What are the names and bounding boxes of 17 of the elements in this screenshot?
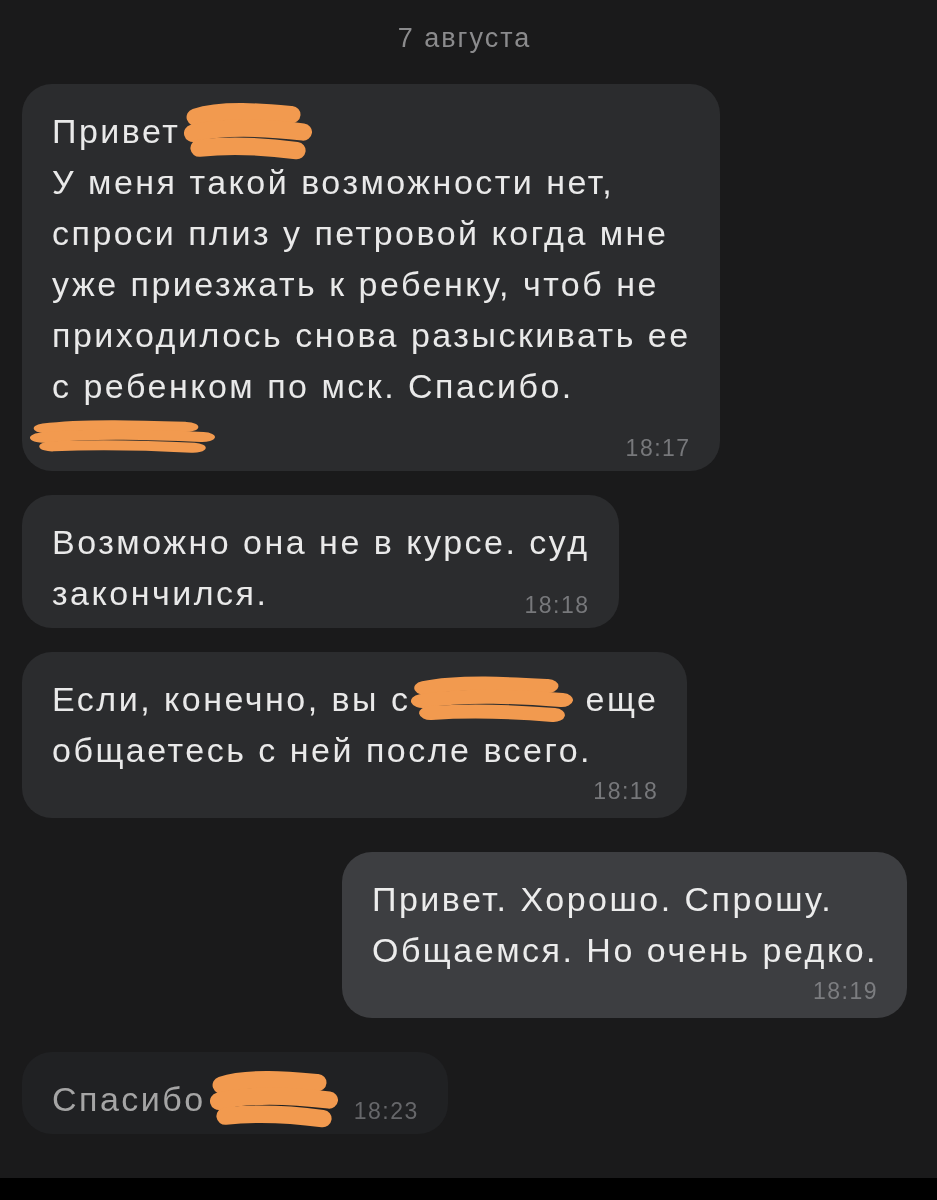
scribble-icon xyxy=(411,674,574,725)
message-time: 18:19 xyxy=(812,978,878,1004)
message-text: Спасибо xyxy=(52,1079,206,1120)
message-text: Привет. Хорошо. Спрошу. Общаемся. Но очень редко. xyxy=(371,879,878,971)
message-text: еще xyxy=(585,679,659,720)
message-text: общаетесь с ней после всего. xyxy=(52,730,592,771)
date-separator: 7 августа xyxy=(397,22,532,54)
message-time: 18:18 xyxy=(523,592,590,618)
message-time: 18:23 xyxy=(352,1098,419,1124)
scribble-icon xyxy=(30,419,215,455)
message-text: Если, конечно, вы с xyxy=(52,679,411,720)
message-text: У меня такой возможности нет, спроси плиз у петровой когда мне уже приезжать к ребенку, чтоб не приходилось снова разыскивать ее с ребенком по мск. Спасибо. xyxy=(52,162,691,407)
message-text: закончился. xyxy=(52,573,269,614)
message-time: 18:18 xyxy=(593,778,659,804)
message-text: Возможно она не в курсе. суд xyxy=(52,522,590,563)
message-time: 18:17 xyxy=(624,435,691,461)
message-text: Привет xyxy=(52,111,181,152)
